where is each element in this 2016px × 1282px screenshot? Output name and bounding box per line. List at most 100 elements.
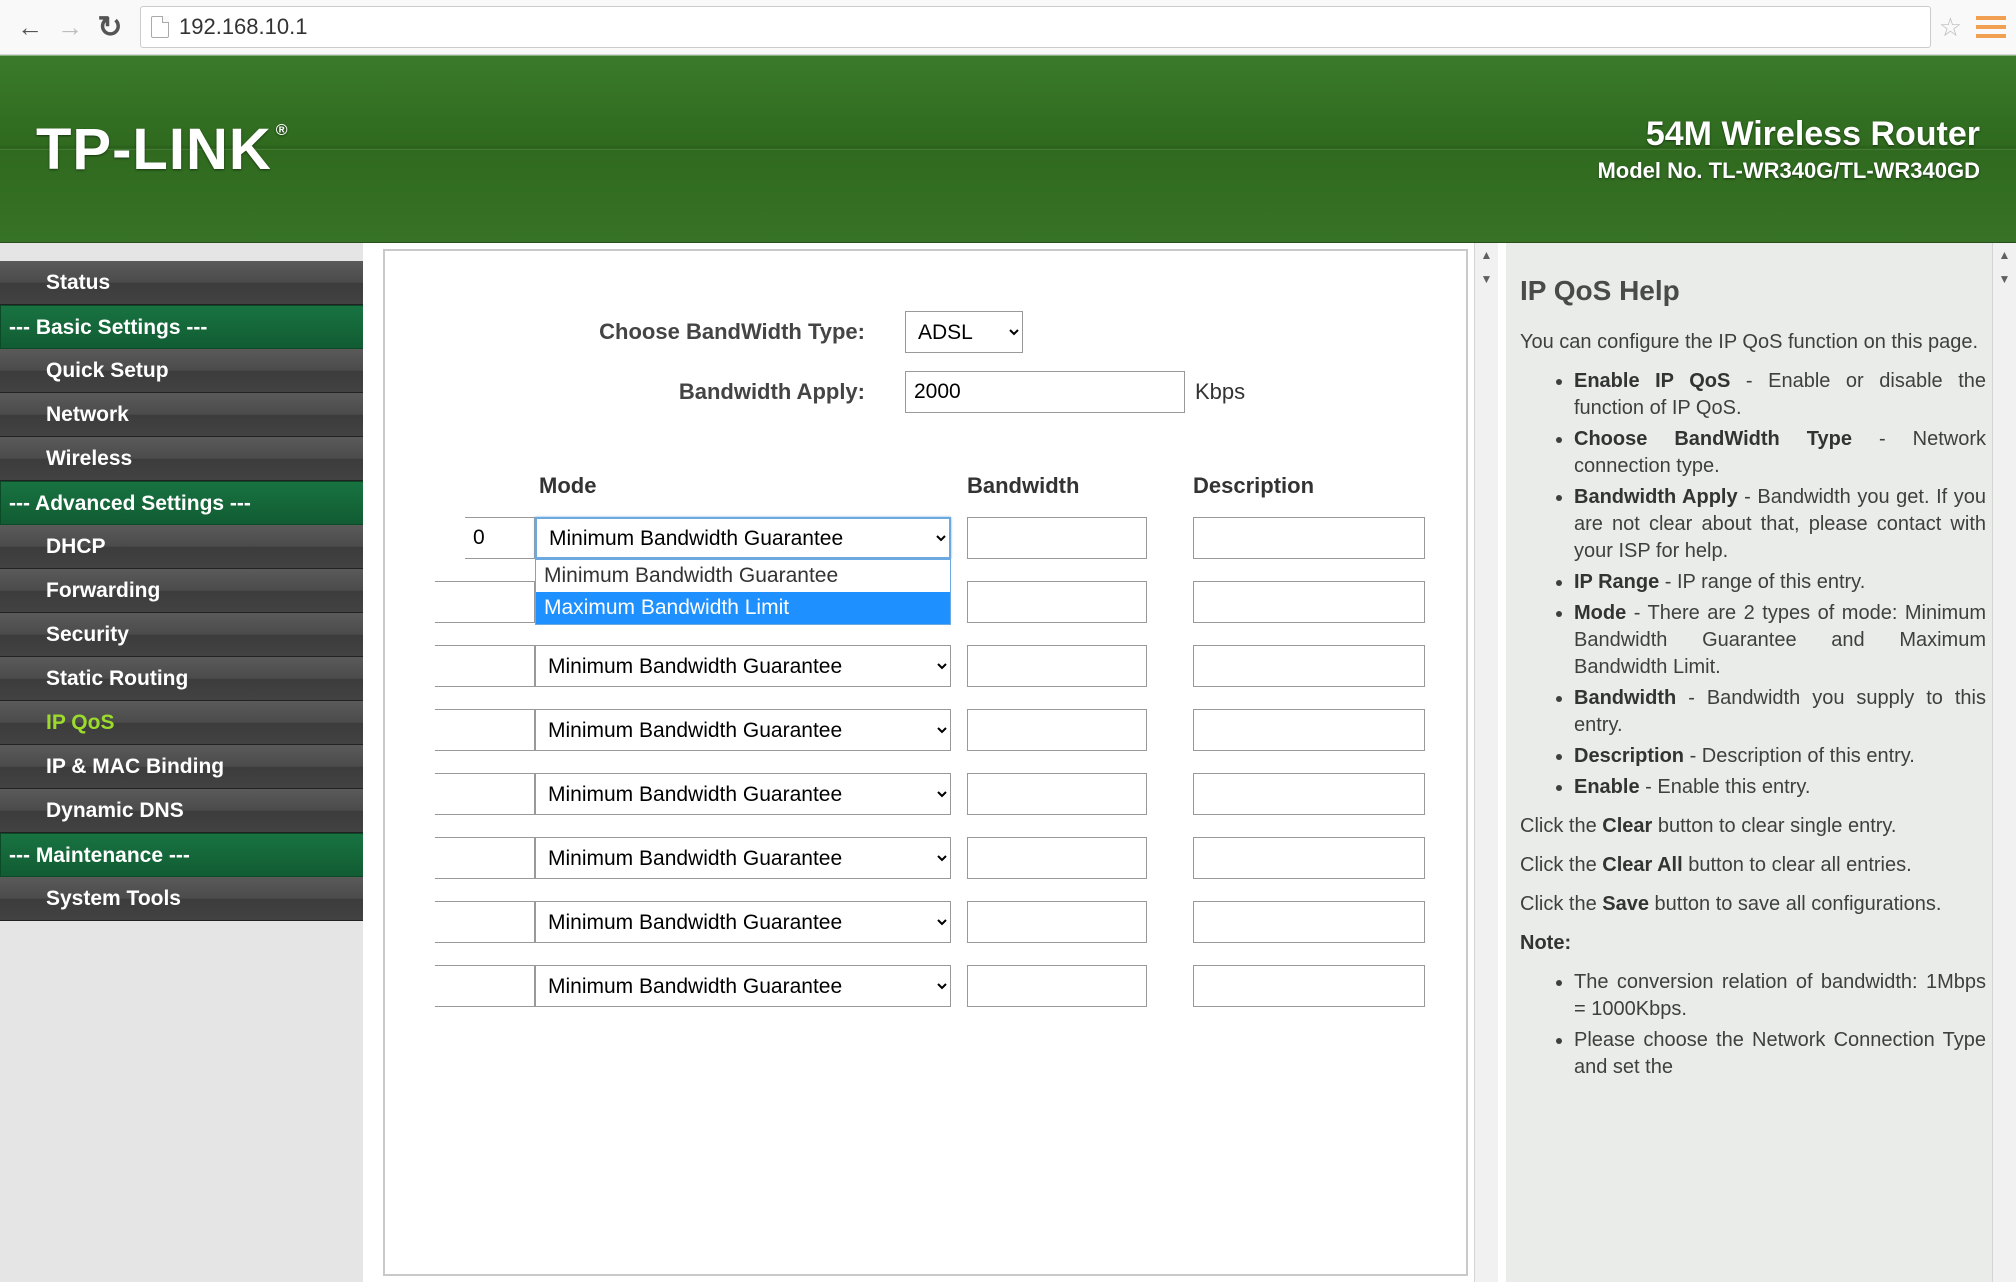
- mode-select[interactable]: Minimum Bandwidth Guarantee: [535, 965, 951, 1007]
- bandwidth-input[interactable]: [967, 709, 1147, 751]
- help-scrollbar[interactable]: ▲ ▼: [1992, 243, 2016, 1282]
- qos-row: Minimum Bandwidth Guarantee: [405, 645, 1446, 687]
- scroll-down-icon[interactable]: ▼: [1993, 267, 2016, 291]
- description-input[interactable]: [1193, 901, 1425, 943]
- help-bullet: Mode - There are 2 types of mode: Minimu…: [1574, 600, 1986, 681]
- sidebar-section-header: --- Basic Settings ---: [0, 305, 368, 349]
- ip-range-partial-input[interactable]: [435, 645, 535, 687]
- bandwidth-apply-input[interactable]: [905, 371, 1185, 413]
- bandwidth-input[interactable]: [967, 517, 1147, 559]
- ip-range-partial-input[interactable]: [435, 837, 535, 879]
- mode-option[interactable]: Minimum Bandwidth Guarantee: [536, 560, 950, 592]
- mode-select[interactable]: Minimum Bandwidth Guarantee: [535, 517, 951, 559]
- brand-text: TP-LINK: [36, 116, 272, 183]
- bandwidth-unit: Kbps: [1195, 379, 1245, 405]
- help-bullet: Enable - Enable this entry.: [1574, 774, 1986, 801]
- bookmark-star-icon[interactable]: ☆: [1939, 12, 1962, 43]
- qos-row: Minimum Bandwidth Guarantee: [405, 709, 1446, 751]
- scroll-up-icon[interactable]: ▲: [1475, 243, 1498, 267]
- description-input[interactable]: [1193, 645, 1425, 687]
- sidebar-item[interactable]: DHCP: [0, 525, 368, 569]
- help-intro: You can configure the IP QoS function on…: [1520, 329, 1986, 356]
- description-input[interactable]: [1193, 965, 1425, 1007]
- mode-select[interactable]: Minimum Bandwidth Guarantee: [535, 773, 951, 815]
- sidebar-item[interactable]: Forwarding: [0, 569, 368, 613]
- page-icon: [151, 16, 169, 38]
- sidebar-item[interactable]: System Tools: [0, 877, 368, 921]
- ip-range-partial-input[interactable]: [435, 901, 535, 943]
- help-bullet: Description - Description of this entry.: [1574, 743, 1986, 770]
- bandwidth-apply-label: Bandwidth Apply:: [405, 379, 905, 405]
- brand-logo: TP-LINK®: [36, 116, 289, 183]
- registered-icon: ®: [276, 122, 289, 140]
- main-scrollbar[interactable]: ▲ ▼: [1474, 243, 1498, 1282]
- qos-row: Minimum Bandwidth Guarantee: [405, 773, 1446, 815]
- reload-button[interactable]: ↻: [90, 7, 130, 47]
- description-input[interactable]: [1193, 517, 1425, 559]
- help-clear: Click the Clear button to clear single e…: [1520, 813, 1986, 840]
- mode-option[interactable]: Maximum Bandwidth Limit: [536, 592, 950, 624]
- browser-menu-icon[interactable]: [1976, 16, 2006, 38]
- bandwidth-input[interactable]: [967, 901, 1147, 943]
- scroll-up-icon[interactable]: ▲: [1993, 243, 2016, 267]
- product-model: Model No. TL-WR340G/TL-WR340GD: [1597, 158, 1980, 184]
- qos-row: Minimum Bandwidth GuaranteeMinimum Bandw…: [405, 517, 1446, 559]
- sidebar-item[interactable]: Network: [0, 393, 368, 437]
- help-note: The conversion relation of bandwidth: 1M…: [1574, 969, 1986, 1023]
- help-bullet: Choose BandWidth Type - Network connecti…: [1574, 426, 1986, 480]
- sidebar-item[interactable]: IP QoS: [0, 701, 368, 745]
- mode-select[interactable]: Minimum Bandwidth Guarantee: [535, 837, 951, 879]
- description-input[interactable]: [1193, 837, 1425, 879]
- sidebar-section-header: --- Advanced Settings ---: [0, 481, 368, 525]
- mode-select[interactable]: Minimum Bandwidth Guarantee: [535, 709, 951, 751]
- sidebar-item[interactable]: Status: [0, 261, 368, 305]
- help-save: Click the Save button to save all config…: [1520, 891, 1986, 918]
- browser-toolbar: ← → ↻ 192.168.10.1 ☆: [0, 0, 2016, 55]
- bandwidth-input[interactable]: [967, 965, 1147, 1007]
- sidebar-item[interactable]: Quick Setup: [0, 349, 368, 393]
- sidebar: Status--- Basic Settings ---Quick SetupN…: [0, 243, 363, 1282]
- bandwidth-input[interactable]: [967, 581, 1147, 623]
- ip-range-partial-input[interactable]: [435, 965, 535, 1007]
- product-info: 54M Wireless Router Model No. TL-WR340G/…: [1597, 115, 1980, 184]
- bandwidth-type-select[interactable]: ADSL: [905, 311, 1023, 353]
- help-note-label: Note:: [1520, 930, 1986, 957]
- description-input[interactable]: [1193, 709, 1425, 751]
- help-panel: IP QoS Help You can configure the IP QoS…: [1506, 243, 2016, 1282]
- col-mode: Mode: [535, 473, 967, 499]
- forward-button[interactable]: →: [50, 7, 90, 47]
- sidebar-item[interactable]: IP & MAC Binding: [0, 745, 368, 789]
- qos-row: Minimum Bandwidth Guarantee: [405, 901, 1446, 943]
- help-bullet: Enable IP QoS - Enable or disable the fu…: [1574, 368, 1986, 422]
- content-frame: Status--- Basic Settings ---Quick SetupN…: [0, 243, 2016, 1282]
- main-panel: Choose BandWidth Type: ADSL Bandwidth Ap…: [363, 243, 1498, 1282]
- ip-range-partial-input[interactable]: [435, 581, 535, 623]
- help-bullet: Bandwidth Apply - Bandwidth you get. If …: [1574, 484, 1986, 565]
- bandwidth-input[interactable]: [967, 645, 1147, 687]
- help-clearall: Click the Clear All button to clear all …: [1520, 852, 1986, 879]
- help-bullet: Bandwidth - Bandwidth you supply to this…: [1574, 685, 1986, 739]
- mode-select[interactable]: Minimum Bandwidth Guarantee: [535, 901, 951, 943]
- back-button[interactable]: ←: [10, 7, 50, 47]
- description-input[interactable]: [1193, 581, 1425, 623]
- ip-range-partial-input[interactable]: [435, 773, 535, 815]
- sidebar-item[interactable]: Dynamic DNS: [0, 789, 368, 833]
- bandwidth-input[interactable]: [967, 773, 1147, 815]
- ip-range-partial-input[interactable]: [465, 517, 535, 559]
- url-bar[interactable]: 192.168.10.1: [140, 6, 1931, 48]
- col-bandwidth: Bandwidth: [967, 473, 1193, 499]
- mode-dropdown: Minimum Bandwidth GuaranteeMaximum Bandw…: [535, 559, 951, 625]
- banner: TP-LINK® 54M Wireless Router Model No. T…: [0, 55, 2016, 243]
- mode-select[interactable]: Minimum Bandwidth Guarantee: [535, 645, 951, 687]
- bandwidth-input[interactable]: [967, 837, 1147, 879]
- description-input[interactable]: [1193, 773, 1425, 815]
- ip-range-partial-input[interactable]: [435, 709, 535, 751]
- sidebar-item[interactable]: Static Routing: [0, 657, 368, 701]
- sidebar-item[interactable]: Wireless: [0, 437, 368, 481]
- sidebar-item[interactable]: Security: [0, 613, 368, 657]
- help-note: Please choose the Network Connection Typ…: [1574, 1027, 1986, 1081]
- qos-row: Minimum Bandwidth Guarantee: [405, 837, 1446, 879]
- scroll-down-icon[interactable]: ▼: [1475, 267, 1498, 291]
- help-title: IP QoS Help: [1520, 275, 1986, 307]
- qos-row: Minimum Bandwidth Guarantee: [405, 965, 1446, 1007]
